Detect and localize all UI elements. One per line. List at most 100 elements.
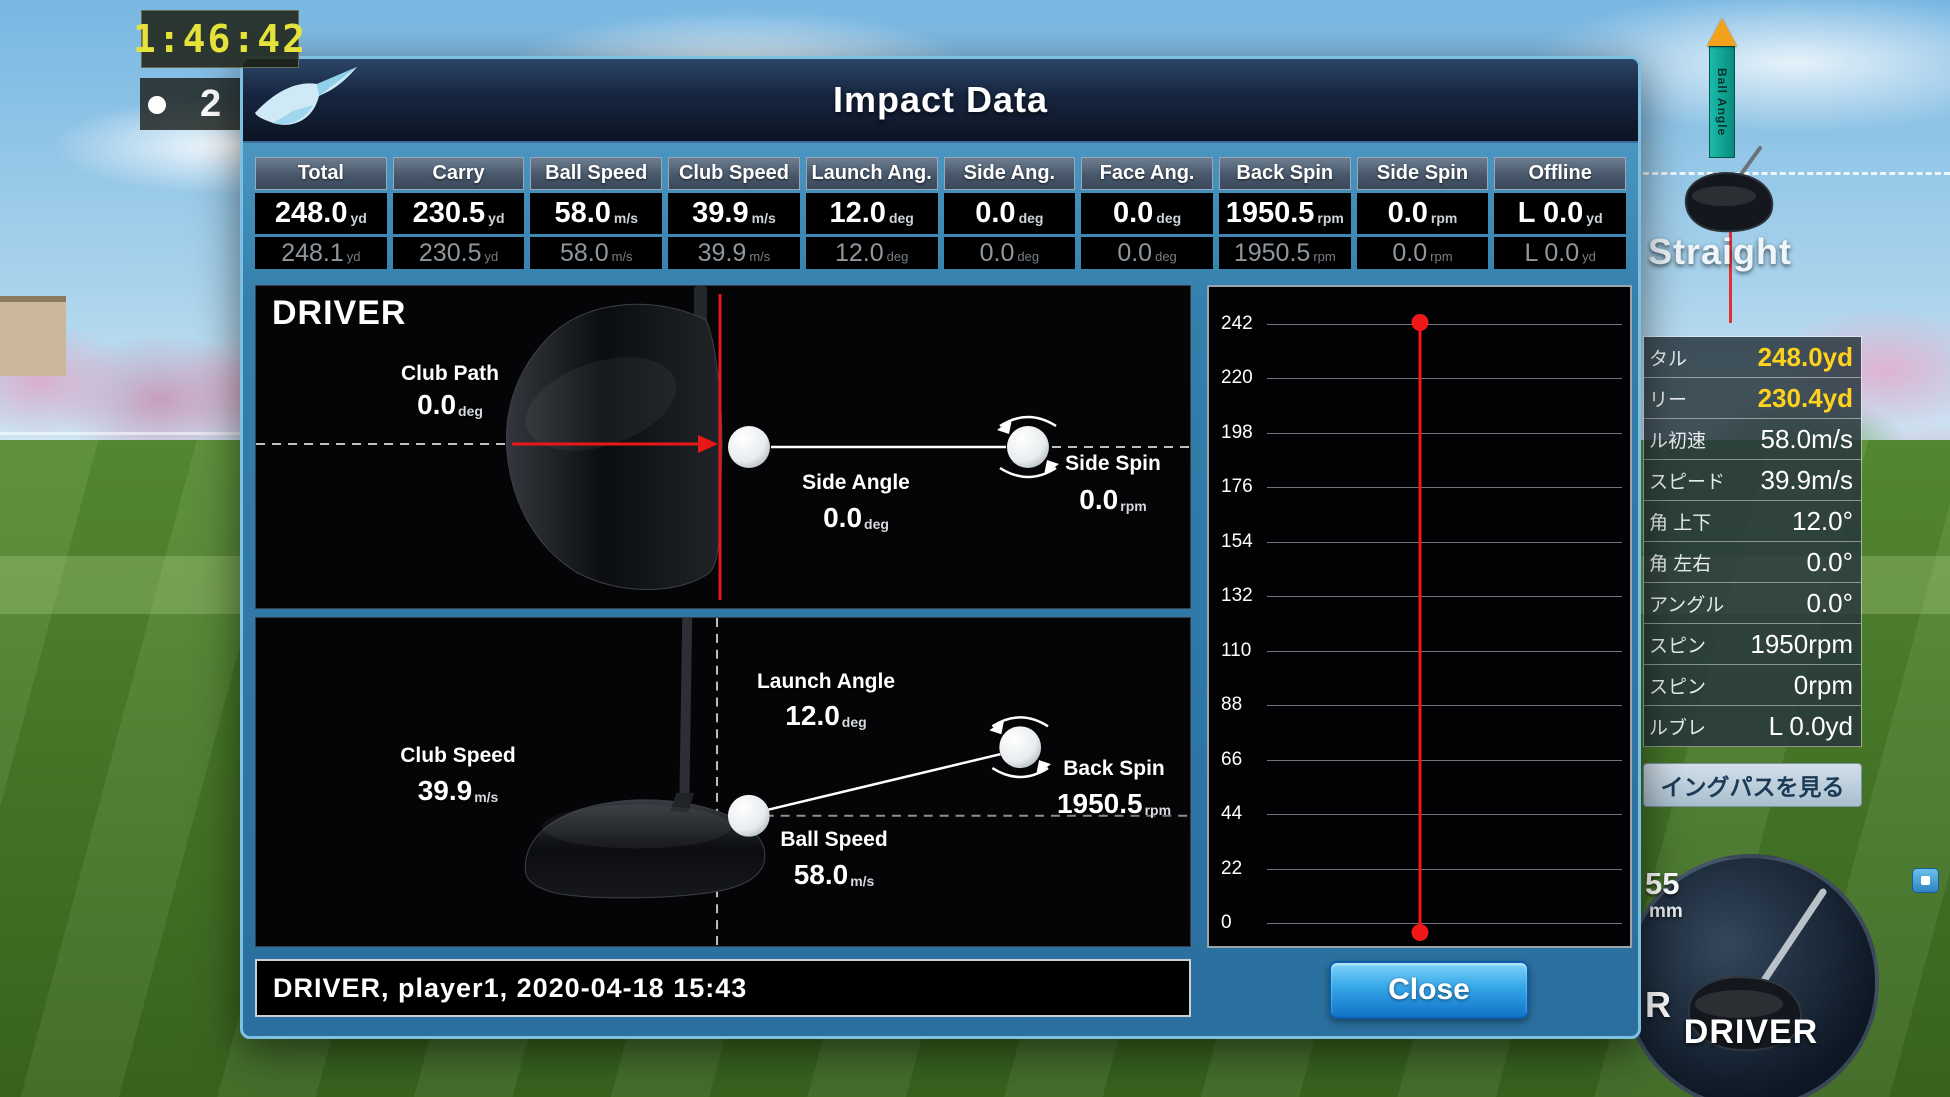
stat-current: 58.0m/s bbox=[530, 193, 662, 234]
chart-gridline bbox=[1267, 869, 1622, 870]
stat-header: Back Spin bbox=[1219, 157, 1351, 190]
scoreboard-number: 2 bbox=[200, 83, 221, 126]
ball-speed-label: Ball Speed bbox=[780, 828, 887, 852]
chart-tick-label: 0 bbox=[1221, 912, 1238, 934]
stat-row-face-angle: アングル0.0° bbox=[1644, 583, 1861, 624]
stat-header: Side Spin bbox=[1357, 157, 1489, 190]
stat-row-launch-vertical: 角 上下12.0° bbox=[1644, 501, 1861, 542]
stat-header: Ball Speed bbox=[530, 157, 662, 190]
chart-tick-label: 110 bbox=[1221, 640, 1257, 662]
chart-gridline bbox=[1267, 324, 1622, 325]
swallow-logo-icon bbox=[247, 61, 359, 143]
stat-column-side-spin: Side Spin 0.0rpm 0.0rpm bbox=[1357, 157, 1489, 269]
club-path-value: 0.0deg bbox=[417, 389, 483, 421]
stat-column-back-spin: Back Spin 1950.5rpm 1950.5rpm bbox=[1219, 157, 1351, 269]
stat-previous: L 0.0yd bbox=[1494, 237, 1626, 269]
back-spin-label: Back Spin bbox=[1063, 757, 1165, 781]
chart-gridline bbox=[1267, 705, 1622, 706]
stat-previous: 58.0m/s bbox=[530, 237, 662, 269]
club-side-view-panel: Launch Angle 12.0deg Club Speed 39.9m/s … bbox=[255, 617, 1191, 947]
stat-header: Launch Ang. bbox=[806, 157, 938, 190]
chart-gridline bbox=[1267, 378, 1622, 379]
trajectory-end-marker bbox=[1411, 314, 1428, 331]
stat-current: L 0.0yd bbox=[1494, 193, 1626, 234]
shot-dispersion-chart: 242 220 198 176 154 132 110 88 66 44 22 … bbox=[1207, 285, 1632, 948]
stat-row-launch-horizontal: 角 左右0.0° bbox=[1644, 542, 1861, 583]
side-spin-value: 0.0rpm bbox=[1079, 484, 1146, 516]
close-button[interactable]: Close bbox=[1329, 961, 1529, 1019]
chart-gridline bbox=[1267, 487, 1622, 488]
dialog-header: Impact Data bbox=[243, 59, 1638, 143]
chart-gridline bbox=[1267, 596, 1622, 597]
stat-column-club-speed: Club Speed 39.9m/s 39.9m/s bbox=[668, 157, 800, 269]
chat-icon[interactable] bbox=[1912, 868, 1939, 893]
stat-current: 1950.5rpm bbox=[1219, 193, 1351, 234]
chart-tick-label: 88 bbox=[1221, 694, 1248, 716]
shot-info-bar: DRIVER, player1, 2020-04-18 15:43 bbox=[255, 959, 1191, 1017]
club-length-unit-fragment: mm bbox=[1649, 901, 1683, 923]
chart-gridline bbox=[1267, 923, 1622, 924]
stat-header: Carry bbox=[393, 157, 525, 190]
stat-previous: 0.0deg bbox=[1081, 237, 1213, 269]
stat-previous: 0.0deg bbox=[944, 237, 1076, 269]
golf-sim-screen: 1:46:42 2 Ball Angle Straight タル248.0yd … bbox=[0, 0, 1950, 1097]
chart-gridline bbox=[1267, 651, 1622, 652]
stat-header: Face Ang. bbox=[1081, 157, 1213, 190]
arrow-up-icon bbox=[1707, 18, 1737, 46]
ball-angle-indicator: Ball Angle bbox=[1706, 18, 1738, 158]
chart-gridline bbox=[1267, 760, 1622, 761]
chart-tick-label: 220 bbox=[1221, 367, 1259, 389]
club-name-label: DRIVER bbox=[272, 294, 406, 333]
chart-tick-label: 176 bbox=[1221, 476, 1259, 498]
stat-row-total: タル248.0yd bbox=[1644, 337, 1861, 378]
stat-current: 0.0deg bbox=[1081, 193, 1213, 234]
impact-data-dialog: Impact Data Total 248.0yd 248.1yd Carry … bbox=[240, 56, 1641, 1039]
distant-building bbox=[0, 296, 66, 376]
chart-tick-label: 242 bbox=[1221, 313, 1259, 335]
launch-angle-value: 12.0deg bbox=[785, 700, 866, 732]
scoreboard-dot-icon bbox=[148, 96, 166, 114]
stat-header: Side Ang. bbox=[944, 157, 1076, 190]
stat-column-side-angle: Side Ang. 0.0deg 0.0deg bbox=[944, 157, 1076, 269]
chart-tick-label: 44 bbox=[1221, 803, 1248, 825]
side-spin-label: Side Spin bbox=[1065, 452, 1161, 476]
stat-previous: 230.5yd bbox=[393, 237, 525, 269]
view-swing-path-button[interactable]: イングパスを見る bbox=[1643, 763, 1862, 807]
impact-stats-row: Total 248.0yd 248.1yd Carry 230.5yd 230.… bbox=[255, 157, 1626, 269]
stat-column-launch-angle: Launch Ang. 12.0deg 12.0deg bbox=[806, 157, 938, 269]
stat-row-ball-speed: ル初速58.0m/s bbox=[1644, 419, 1861, 460]
stat-previous: 39.9m/s bbox=[668, 237, 800, 269]
stat-row-back-spin: スピン1950rpm bbox=[1644, 624, 1861, 665]
driver-head-silhouette-icon bbox=[1668, 140, 1783, 245]
back-spin-value: 1950.5rpm bbox=[1057, 788, 1171, 820]
stat-row-side-spin: スピン0rpm bbox=[1644, 665, 1861, 706]
stat-column-total: Total 248.0yd 248.1yd bbox=[255, 157, 387, 269]
stat-column-carry: Carry 230.5yd 230.5yd bbox=[393, 157, 525, 269]
club-length-value-fragment: 55 bbox=[1645, 866, 1679, 902]
chart-tick-label: 198 bbox=[1221, 422, 1259, 444]
stat-previous: 0.0rpm bbox=[1357, 237, 1489, 269]
dialog-title: Impact Data bbox=[833, 79, 1048, 121]
club-name-fragment: R bbox=[1645, 984, 1671, 1026]
stat-previous: 1950.5rpm bbox=[1219, 237, 1351, 269]
chart-tick-label: 22 bbox=[1221, 858, 1248, 880]
ball-speed-value: 58.0m/s bbox=[794, 859, 875, 891]
club-top-view-panel: DRIVER bbox=[255, 285, 1191, 609]
trajectory-start-marker bbox=[1411, 924, 1428, 941]
side-angle-label: Side Angle bbox=[802, 471, 910, 495]
chart-gridline bbox=[1267, 542, 1622, 543]
stat-row-offline: ルブレL 0.0yd bbox=[1644, 706, 1861, 747]
chart-gridline bbox=[1267, 433, 1622, 434]
stat-column-ball-speed: Ball Speed 58.0m/s 58.0m/s bbox=[530, 157, 662, 269]
stat-previous: 12.0deg bbox=[806, 237, 938, 269]
chart-tick-label: 154 bbox=[1221, 531, 1259, 553]
stat-column-offline: Offline L 0.0yd L 0.0yd bbox=[1494, 157, 1626, 269]
stat-header: Offline bbox=[1494, 157, 1626, 190]
stat-current: 248.0yd bbox=[255, 193, 387, 234]
side-angle-value: 0.0deg bbox=[823, 502, 889, 534]
shot-direction-label: Straight bbox=[1648, 231, 1792, 273]
top-view-graphic bbox=[256, 286, 1190, 608]
chart-tick-label: 66 bbox=[1221, 749, 1248, 771]
stat-row-carry: リー230.4yd bbox=[1644, 378, 1861, 419]
stat-row-head-speed: スピード39.9m/s bbox=[1644, 460, 1861, 501]
